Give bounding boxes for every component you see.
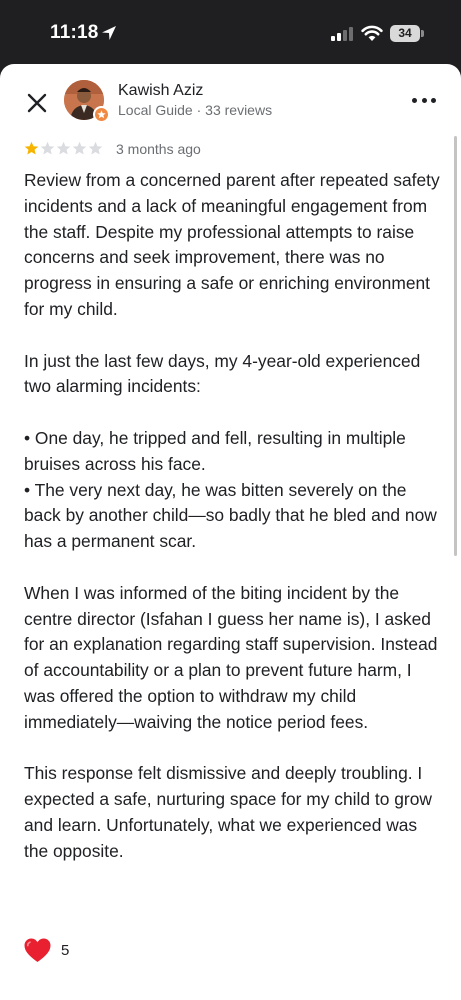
battery-icon: 34: [390, 25, 424, 42]
star-rating: [24, 141, 103, 157]
battery-level: 34: [390, 25, 420, 42]
star-empty-icon: [56, 141, 71, 155]
location-arrow-icon: [102, 26, 116, 40]
status-time: 11:18: [50, 22, 99, 43]
local-guide-star-icon: [93, 106, 110, 123]
more-options-button[interactable]: [412, 92, 436, 108]
reviewer-name[interactable]: Kawish Aziz: [118, 82, 203, 100]
wifi-icon: [361, 25, 383, 41]
scrollbar[interactable]: [454, 136, 457, 556]
review-paragraph: When I was informed of the biting incide…: [24, 582, 438, 732]
more-options-icon: [412, 97, 417, 103]
star-empty-icon: [40, 141, 55, 155]
review-text: Review from a concerned parent after rep…: [24, 168, 444, 865]
star-filled-icon: [24, 141, 39, 155]
reaction-count: 5: [61, 942, 70, 959]
review-paragraph: This response felt dismissive and deeply…: [24, 763, 432, 861]
review-paragraph: In just the last few days, my 4-year-old…: [24, 350, 421, 397]
review-date: 3 months ago: [116, 141, 201, 157]
star-empty-icon: [88, 141, 103, 155]
close-button[interactable]: [24, 90, 50, 116]
review-sheet: Kawish Aziz Local Guide · 33 reviews 3 m…: [0, 64, 461, 1000]
review-paragraph: • One day, he tripped and fell, resultin…: [24, 427, 437, 552]
reviewer-avatar-button[interactable]: [64, 80, 110, 126]
close-icon: [27, 93, 47, 113]
like-reaction-button[interactable]: 5: [24, 938, 69, 963]
status-bar: 11:18 34: [0, 0, 461, 64]
heart-icon: [24, 938, 51, 962]
review-paragraph: Review from a concerned parent after rep…: [24, 170, 440, 319]
cellular-signal-icon: [331, 27, 353, 41]
star-empty-icon: [72, 141, 87, 155]
reviewer-meta: Local Guide · 33 reviews: [118, 102, 273, 118]
